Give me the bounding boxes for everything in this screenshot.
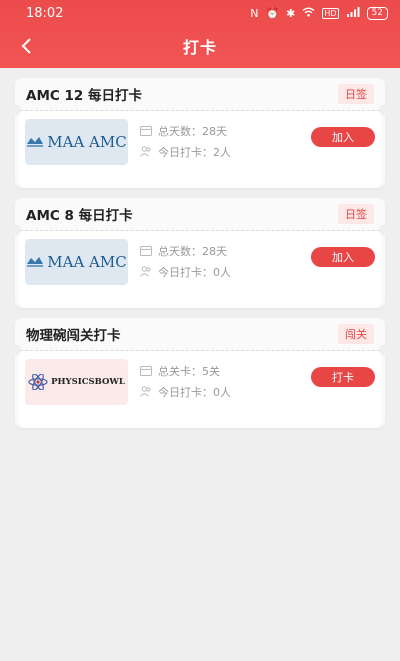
nav-bar: 打卡	[0, 26, 400, 66]
users-icon	[139, 386, 152, 397]
maa-amc-logo: MAA AMC	[25, 239, 128, 285]
maa-emblem-icon	[27, 257, 44, 267]
checkin-card: 物理碗闯关打卡 闯关 PHYSICSBOWL 总关卡： 5关 今日打卡： 0人 …	[9, 318, 391, 428]
card-header: AMC 12 每日打卡 日签	[15, 78, 385, 111]
card-info: 总天数： 28天 今日打卡： 0人	[139, 240, 231, 282]
back-button[interactable]	[14, 34, 38, 58]
atom-icon	[28, 374, 48, 390]
card-header: 物理碗闯关打卡 闯关	[15, 318, 385, 351]
today-row: 今日打卡： 0人	[139, 261, 231, 282]
wifi-icon	[302, 7, 315, 20]
checkin-card: AMC 8 每日打卡 日签 MAA AMC 总天数： 28天 今日打卡： 0人 …	[9, 198, 391, 308]
maa-amc-logo: MAA AMC	[25, 119, 128, 165]
total-row: 总天数： 28天	[139, 240, 231, 261]
card-title: AMC 12 每日打卡	[26, 88, 142, 104]
checkin-list: AMC 12 每日打卡 日签 MAA AMC 总天数： 28天 今日打卡： 2人…	[9, 78, 391, 438]
total-row: 总天数： 28天	[139, 120, 231, 141]
hd-icon: HD	[322, 7, 339, 19]
card-body: MAA AMC 总天数： 28天 今日打卡： 2人 加入	[9, 104, 391, 188]
app-header: 18:02 N ⏰ ✱ HD 52 打卡	[0, 0, 400, 68]
users-icon	[139, 146, 152, 157]
today-row: 今日打卡： 0人	[139, 381, 231, 402]
card-body: PHYSICSBOWL 总关卡： 5关 今日打卡： 0人 打卡	[9, 344, 391, 428]
calendar-icon	[139, 245, 152, 256]
total-row: 总关卡： 5关	[139, 360, 231, 381]
physicsbowl-logo: PHYSICSBOWL	[25, 359, 128, 405]
maa-emblem-icon	[27, 137, 44, 147]
page-title: 打卡	[182, 38, 217, 57]
card-info: 总关卡： 5关 今日打卡： 0人	[139, 360, 231, 402]
status-bar: 18:02 N ⏰ ✱ HD 52	[0, 0, 400, 26]
type-badge: 闯关	[338, 324, 374, 344]
card-info: 总天数： 28天 今日打卡： 2人	[139, 120, 231, 162]
card-header: AMC 8 每日打卡 日签	[15, 198, 385, 231]
battery-icon: 52	[366, 6, 388, 20]
bluetooth-icon: ✱	[286, 6, 296, 20]
users-icon	[139, 266, 152, 277]
join-button[interactable]: 加入	[311, 247, 375, 267]
card-title: AMC 8 每日打卡	[26, 208, 133, 224]
join-button[interactable]: 加入	[311, 127, 375, 147]
checkin-button[interactable]: 打卡	[311, 367, 375, 387]
signal-icon	[346, 6, 360, 20]
nfc-icon: N	[250, 6, 259, 20]
calendar-icon	[139, 125, 152, 136]
status-icons: N ⏰ ✱ HD 52	[250, 6, 388, 20]
today-row: 今日打卡： 2人	[139, 141, 231, 162]
type-badge: 日签	[338, 204, 374, 224]
alarm-icon: ⏰	[265, 6, 280, 20]
checkin-card: AMC 12 每日打卡 日签 MAA AMC 总天数： 28天 今日打卡： 2人…	[9, 78, 391, 188]
chevron-left-icon	[21, 38, 31, 54]
calendar-icon	[139, 365, 152, 376]
card-body: MAA AMC 总天数： 28天 今日打卡： 0人 加入	[9, 224, 391, 308]
status-time: 18:02	[26, 5, 64, 21]
type-badge: 日签	[338, 84, 374, 104]
card-title: 物理碗闯关打卡	[26, 328, 121, 344]
